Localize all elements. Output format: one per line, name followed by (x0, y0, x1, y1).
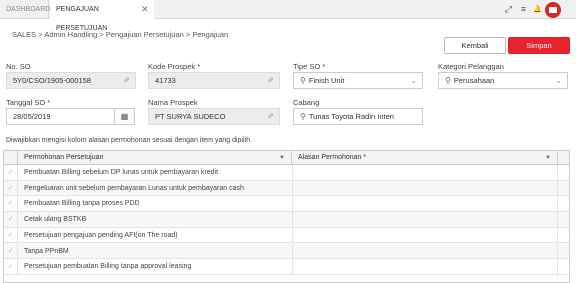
row-text: Pembuatan Billing tanpa proses PDD (24, 200, 140, 208)
avatar[interactable] (545, 2, 561, 18)
table-row[interactable]: ✓ Tanpa PPnBM (4, 243, 569, 260)
alasan-cell[interactable] (292, 180, 558, 196)
cabang-value: Tunas Toyota Radin Inten (308, 112, 394, 121)
tab-pengajuan-persetujuan[interactable]: PENGAJUAN PERSETUJUAN (50, 0, 154, 32)
top-tab-bar: DASHBOARD PENGAJUAN PERSETUJUAN ✕ ⤢ ≡ 🔔 (0, 0, 576, 32)
tipe-so-select[interactable]: ⚲ Finish Unit ⌄ (293, 72, 423, 89)
alasan-cell[interactable] (292, 165, 558, 180)
kode-prospek-value: 41733 (155, 76, 176, 85)
search-icon: ⚲ (300, 112, 306, 121)
row-text: Tanpa PPnBM (24, 247, 69, 255)
nama-prospek-value: PT SURYA SUDECO (155, 112, 226, 121)
alasan-cell[interactable] (292, 227, 558, 243)
no-so-value: 5Y0/CSO/1905-000158 (13, 76, 91, 85)
bell-icon[interactable]: 🔔 (532, 4, 543, 15)
row-checkbox[interactable]: ✓ (4, 212, 18, 227)
table-row[interactable]: ✓ Cetak ulang BSTKB (4, 212, 569, 228)
header-permohonan-label: Permohonan Persetujuan (24, 154, 104, 161)
tipe-so-value: Finish Unit (308, 76, 345, 85)
permohonan-grid: Permohonan Persetujuan ▼ Alasan Permohon… (3, 150, 570, 283)
no-so-field[interactable]: 5Y0/CSO/1905-000158 ✎ (6, 72, 136, 89)
search-icon: ⚲ (300, 76, 306, 85)
search-icon: ⚲ (445, 76, 451, 85)
row-text: Persetujuan pengajuan pending AFI(on The… (24, 231, 178, 239)
kategori-value: Perusahaan (453, 76, 495, 85)
header-alasan-label: Alasan Permohonan * (298, 154, 367, 161)
simpan-button[interactable]: Simpan (508, 37, 570, 54)
kode-prospek-label: Kode Prospek * (148, 62, 201, 71)
kode-prospek-field[interactable]: 41733 ✎ (148, 72, 280, 89)
nama-prospek-label: Nama Prospek (148, 98, 198, 107)
row-text: Pembuatan Billing sebelum DP lunas untuk… (24, 169, 219, 176)
header-permohonan[interactable]: Permohonan Persetujuan ▼ (18, 151, 292, 165)
table-row[interactable]: ✓ Pembuatan Billing tanpa proses PDD (4, 196, 569, 213)
tanggal-so-value: 28/05/2019 (13, 112, 51, 121)
nama-prospek-field[interactable]: PT SURYA SUDECO ✎ (148, 108, 280, 125)
table-row[interactable]: ✓ Pembuatan Billing sebelum DP lunas untu… (4, 165, 569, 181)
row-checkbox[interactable]: ✓ (4, 165, 18, 180)
header-end-cell (558, 151, 569, 165)
row-text: Pengeluaran unit sebelum pembayaran Luna… (24, 184, 244, 192)
table-row[interactable]: ✓ Persetujuan pengajuan pending AFI(on Th… (4, 227, 569, 244)
close-tab-icon[interactable]: ✕ (141, 0, 149, 19)
alasan-cell[interactable] (292, 243, 558, 259)
breadcrumb: SALES > Admin Handling > Pengajuan Perse… (12, 30, 229, 39)
kategori-select[interactable]: ⚲ Perusahaan ⌄ (438, 72, 568, 89)
tab-dashboard[interactable]: DASHBOARD (0, 0, 50, 19)
cabang-label: Cabang (293, 98, 320, 107)
chevron-down-icon: ⌄ (555, 76, 562, 85)
chevron-down-icon[interactable]: ▼ (545, 151, 551, 165)
grid-body: ✓ Pembuatan Billing sebelum DP lunas untu… (4, 165, 569, 282)
row-checkbox[interactable]: ✓ (4, 259, 18, 274)
tanggal-so-field[interactable]: 28/05/2019 (6, 108, 115, 125)
row-checkbox[interactable]: ✓ (4, 243, 18, 259)
cabang-select[interactable]: ⚲ Tunas Toyota Radin Inten (293, 108, 423, 125)
kembali-button[interactable]: Kembali (444, 37, 506, 54)
alasan-cell[interactable] (292, 212, 558, 227)
tipe-so-label: Tipe SO * (293, 62, 326, 71)
chevron-down-icon[interactable]: ▼ (279, 151, 285, 165)
calendar-icon[interactable]: ▦ (114, 108, 135, 125)
alasan-cell[interactable] (292, 259, 558, 274)
row-checkbox[interactable]: ✓ (4, 227, 18, 243)
tanggal-so-label: Tanggal SO * (6, 98, 51, 107)
table-row[interactable]: ✓ Pengeluaran unit sebelum pembayaran Lun… (4, 180, 569, 197)
header-checkbox-cell[interactable] (4, 151, 18, 165)
pencil-icon: ✎ (267, 112, 274, 121)
row-text: Cetak ulang BSTKB (24, 216, 87, 224)
no-so-label: No. SO (6, 62, 31, 71)
row-checkbox[interactable]: ✓ (4, 180, 18, 196)
chevron-down-icon: ⌄ (410, 76, 417, 85)
row-checkbox[interactable]: ✓ (4, 196, 18, 212)
menu-icon[interactable]: ≡ (518, 4, 529, 15)
pencil-icon: ✎ (123, 76, 130, 85)
header-alasan[interactable]: Alasan Permohonan * ▼ (292, 151, 558, 165)
kategori-label: Kategori Pelanggan (438, 62, 504, 71)
pencil-icon: ✎ (267, 76, 274, 85)
row-text: Persetujuan pembuatan Billing tanpa appr… (24, 263, 192, 271)
instruction-note: Diwajibkan mengisi kolom alasan permohon… (6, 137, 250, 144)
alasan-cell[interactable] (292, 196, 558, 212)
expand-icon[interactable]: ⤢ (503, 4, 514, 15)
table-row[interactable]: ✓ Persetujuan pembuatan Billing tanpa app… (4, 259, 569, 275)
